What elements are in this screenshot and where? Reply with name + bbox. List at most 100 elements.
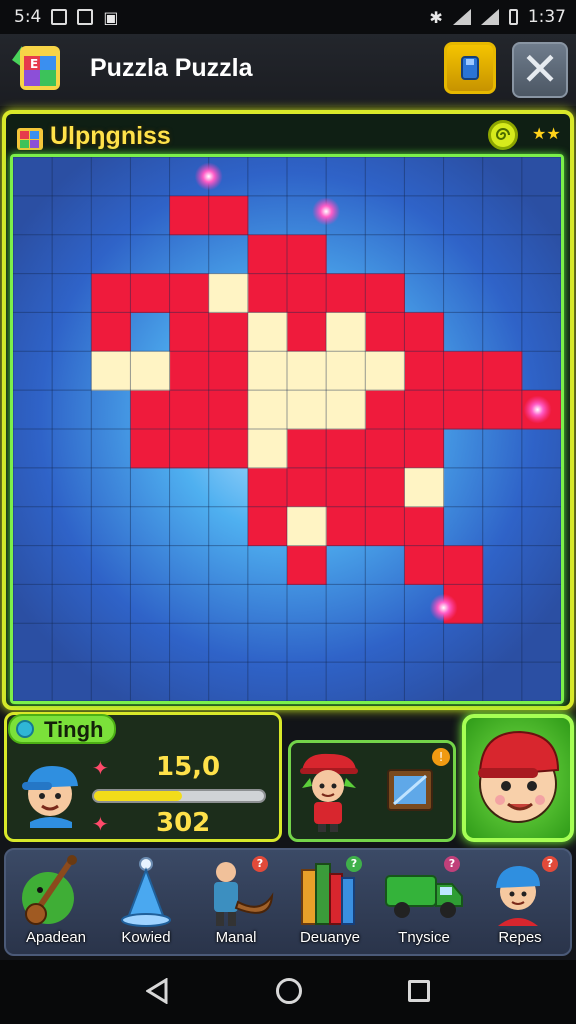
puzzle-piece-lit[interactable] [247, 390, 288, 430]
puzzle-piece[interactable] [208, 195, 249, 236]
puzzle-piece[interactable] [326, 506, 366, 547]
puzzle-piece[interactable] [443, 351, 484, 391]
puzzle-piece[interactable] [208, 390, 249, 430]
puzzle-piece[interactable] [130, 390, 171, 430]
puzzle-piece-lit[interactable] [326, 390, 366, 430]
puzzle-piece[interactable] [169, 390, 210, 430]
puzzle-piece[interactable] [208, 312, 249, 352]
hint-button[interactable] [488, 120, 518, 150]
character-select-button[interactable] [462, 714, 574, 842]
puzzle-board[interactable] [10, 154, 564, 704]
battery-icon [508, 9, 518, 25]
tool-label: Deuanye [299, 929, 361, 946]
puzzle-piece[interactable] [287, 545, 327, 585]
puzzle-piece[interactable] [404, 429, 445, 469]
puzzle-piece[interactable] [247, 467, 288, 508]
puzzle-piece[interactable] [326, 273, 366, 313]
puzzle-piece-lit[interactable] [130, 351, 171, 391]
puzzle-piece-lit[interactable] [404, 467, 445, 508]
player-avatar[interactable] [16, 752, 86, 828]
puzzle-piece-lit[interactable] [287, 351, 327, 391]
puzzle-piece[interactable] [365, 506, 405, 547]
back-icon[interactable] [146, 978, 168, 1004]
tool-repes[interactable]: ? Repes [474, 852, 566, 952]
close-icon: ✕ [520, 42, 560, 96]
guitar-monster-icon [22, 855, 77, 925]
puzzle-piece[interactable] [443, 390, 484, 430]
puzzle-piece[interactable] [365, 467, 405, 508]
tool-kowied[interactable]: Kowied [100, 852, 192, 952]
recent-apps-icon[interactable] [408, 980, 430, 1002]
puzzle-piece[interactable] [482, 351, 523, 391]
status-bar: 5:4 ▣ ✱ 1:37 [0, 0, 576, 34]
puzzle-piece[interactable] [404, 312, 445, 352]
puzzle-piece[interactable] [91, 273, 131, 313]
puzzle-piece[interactable] [169, 312, 210, 352]
puzzle-piece-lit[interactable] [247, 312, 288, 352]
puzzle-piece[interactable] [91, 312, 131, 352]
puzzle-piece-lit[interactable] [326, 312, 366, 352]
puzzle-piece[interactable] [208, 351, 249, 391]
player-tag: Tingh [8, 714, 116, 744]
image-icon [51, 9, 68, 25]
glow-marker [523, 395, 552, 424]
save-button[interactable] [444, 42, 496, 94]
puzzle-piece-lit[interactable] [247, 429, 288, 469]
app-logo-icon: E [8, 40, 68, 100]
puzzle-piece[interactable] [404, 506, 445, 547]
puzzle-piece[interactable] [287, 429, 327, 469]
board-title: Ulpŋgniss [50, 122, 171, 150]
puzzle-piece[interactable] [365, 273, 405, 313]
star-icon: ✦ [92, 812, 109, 836]
tool-manal[interactable]: ? Manal [190, 852, 282, 952]
puzzle-piece[interactable] [287, 234, 327, 275]
puzzle-piece-lit[interactable] [247, 351, 288, 391]
puzzle-piece[interactable] [169, 351, 210, 391]
puzzle-piece[interactable] [326, 467, 366, 508]
player-name: Tingh [44, 717, 104, 742]
puzzle-piece-lit[interactable] [287, 390, 327, 430]
puzzle-piece[interactable] [169, 429, 210, 469]
tool-tnysice[interactable]: ? Tnysice [378, 852, 470, 952]
puzzle-piece[interactable] [404, 351, 445, 391]
puzzle-piece[interactable] [404, 545, 445, 585]
home-icon[interactable] [276, 978, 302, 1004]
puzzle-piece[interactable] [130, 429, 171, 469]
tool-badge: ? [444, 856, 460, 872]
save-icon [461, 56, 479, 80]
puzzle-piece[interactable] [247, 273, 288, 313]
puzzle-piece-lit[interactable] [287, 506, 327, 547]
board-header: Ulpŋgniss ★★ [12, 118, 564, 158]
puzzle-grid[interactable] [13, 157, 561, 701]
tool-deuanye[interactable]: ? Deuanye [284, 852, 376, 952]
status-time-right: 1:37 [527, 7, 566, 27]
tool-label: Manal [215, 929, 257, 946]
close-button[interactable]: ✕ [512, 42, 568, 98]
alert-badge: ! [432, 748, 450, 766]
puzzle-piece[interactable] [287, 273, 327, 313]
puzzle-piece-lit[interactable] [326, 351, 366, 391]
app-header: E Puzzla Puzzla ✕ [0, 34, 576, 106]
puzzle-piece[interactable] [287, 312, 327, 352]
puzzle-piece[interactable] [169, 195, 210, 236]
puzzle-piece[interactable] [482, 390, 523, 430]
puzzle-piece[interactable] [169, 273, 210, 313]
tool-apadean[interactable]: Apadean [10, 852, 102, 952]
progress-fill [94, 791, 183, 801]
puzzle-piece[interactable] [247, 234, 288, 275]
puzzle-piece[interactable] [208, 429, 249, 469]
puzzle-piece-lit[interactable] [365, 351, 405, 391]
puzzle-piece[interactable] [365, 312, 405, 352]
puzzle-piece[interactable] [443, 545, 484, 585]
puzzle-piece[interactable] [247, 506, 288, 547]
book-icon: ▣ [103, 7, 119, 27]
puzzle-piece[interactable] [326, 429, 366, 469]
puzzle-piece-lit[interactable] [91, 351, 131, 391]
puzzle-piece-lit[interactable] [208, 273, 249, 313]
puzzle-piece[interactable] [287, 467, 327, 508]
progress-bar [92, 789, 266, 803]
puzzle-piece[interactable] [404, 390, 445, 430]
puzzle-piece[interactable] [130, 273, 171, 313]
puzzle-piece[interactable] [365, 390, 405, 430]
puzzle-piece[interactable] [365, 429, 405, 469]
